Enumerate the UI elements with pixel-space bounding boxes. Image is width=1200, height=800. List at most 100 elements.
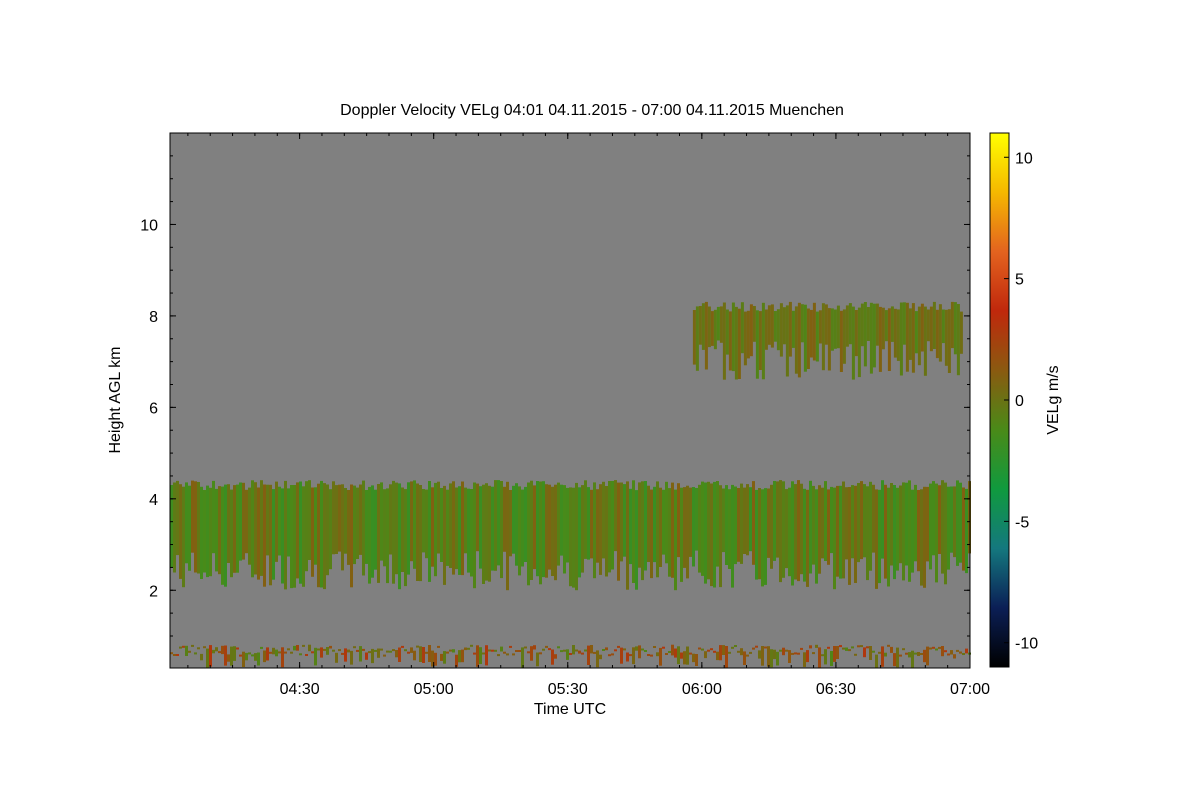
echo-column-1 bbox=[761, 302, 765, 380]
echo-column-1 bbox=[746, 310, 750, 359]
echo-column-2 bbox=[914, 652, 917, 655]
echo-column-2 bbox=[569, 653, 572, 655]
echo-column-1 bbox=[791, 310, 795, 348]
echo-column-0 bbox=[452, 481, 455, 575]
echo-column-1 bbox=[938, 304, 942, 362]
echo-column-0 bbox=[524, 486, 527, 562]
echo-column-0 bbox=[866, 486, 869, 581]
echo-column-2 bbox=[941, 646, 944, 657]
echo-column-1 bbox=[944, 309, 948, 366]
echo-column-2 bbox=[515, 650, 518, 652]
echo-column-0 bbox=[914, 484, 917, 562]
echo-column-2 bbox=[326, 647, 329, 655]
echo-column-2 bbox=[809, 645, 812, 649]
echo-column-2 bbox=[536, 652, 539, 667]
echo-column-2 bbox=[347, 649, 350, 653]
echo-column-0 bbox=[839, 485, 842, 579]
echo-column-2 bbox=[371, 648, 374, 664]
echo-column-2 bbox=[518, 650, 521, 652]
echo-column-2 bbox=[401, 645, 404, 648]
echo-column-0 bbox=[296, 482, 299, 579]
echo-column-1 bbox=[725, 309, 729, 355]
echo-column-2 bbox=[314, 647, 317, 666]
echo-column-2 bbox=[752, 647, 755, 650]
echo-column-1 bbox=[827, 308, 831, 371]
echo-column-0 bbox=[854, 485, 857, 583]
echo-column-0 bbox=[704, 482, 707, 584]
echo-column-0 bbox=[518, 486, 521, 576]
echo-column-0 bbox=[488, 485, 491, 582]
echo-column-1 bbox=[743, 311, 747, 366]
echo-column-0 bbox=[650, 489, 653, 579]
echo-column-0 bbox=[863, 484, 866, 558]
echo-column-0 bbox=[263, 484, 266, 587]
echo-column-2 bbox=[830, 651, 833, 666]
echo-column-2 bbox=[824, 649, 827, 665]
echo-column-1 bbox=[848, 303, 852, 345]
echo-column-0 bbox=[464, 487, 467, 554]
echo-column-0 bbox=[542, 481, 545, 578]
echo-column-1 bbox=[764, 309, 768, 350]
echo-column-2 bbox=[305, 654, 308, 656]
echo-column-2 bbox=[932, 646, 935, 649]
echo-column-2 bbox=[281, 647, 284, 668]
echo-column-1 bbox=[704, 301, 708, 370]
echo-column-0 bbox=[599, 484, 602, 575]
echo-column-1 bbox=[941, 309, 945, 344]
colorbar-tick-label-3: 5 bbox=[1015, 272, 1024, 289]
echo-column-1 bbox=[740, 302, 744, 354]
echo-column-0 bbox=[620, 482, 623, 562]
x-tick-label-1: 05:00 bbox=[414, 681, 454, 698]
echo-column-2 bbox=[494, 649, 497, 652]
echo-column-2 bbox=[644, 650, 647, 652]
echo-column-0 bbox=[623, 484, 626, 557]
echo-column-2 bbox=[722, 645, 725, 655]
echo-column-0 bbox=[299, 481, 302, 584]
echo-column-0 bbox=[737, 488, 740, 562]
echo-column-2 bbox=[233, 646, 236, 661]
echo-column-2 bbox=[818, 647, 821, 668]
echo-column-0 bbox=[809, 480, 812, 574]
echo-column-2 bbox=[812, 652, 815, 655]
echo-column-2 bbox=[317, 648, 320, 651]
echo-column-0 bbox=[446, 489, 449, 566]
echo-column-2 bbox=[866, 646, 869, 649]
echo-column-0 bbox=[932, 481, 935, 556]
echo-column-0 bbox=[293, 485, 296, 588]
echo-column-0 bbox=[179, 484, 182, 579]
echo-column-0 bbox=[398, 483, 401, 590]
echo-column-2 bbox=[584, 649, 587, 652]
echo-column-2 bbox=[641, 648, 644, 651]
echo-column-2 bbox=[788, 650, 791, 663]
echo-column-1 bbox=[878, 306, 882, 372]
echo-column-2 bbox=[716, 651, 719, 661]
echo-column-0 bbox=[527, 482, 530, 586]
echo-column-0 bbox=[635, 490, 638, 590]
echo-column-0 bbox=[545, 484, 548, 578]
echo-column-2 bbox=[797, 652, 800, 655]
echo-column-2 bbox=[734, 645, 737, 647]
echo-column-2 bbox=[923, 649, 926, 663]
echo-column-0 bbox=[302, 486, 305, 587]
echo-column-0 bbox=[911, 489, 914, 573]
echo-column-0 bbox=[476, 483, 479, 552]
echo-column-2 bbox=[236, 647, 239, 650]
echo-column-0 bbox=[755, 489, 758, 580]
echo-column-2 bbox=[422, 647, 425, 663]
echo-column-2 bbox=[842, 647, 845, 650]
echo-column-1 bbox=[932, 301, 936, 349]
echo-column-2 bbox=[332, 649, 335, 652]
echo-column-2 bbox=[680, 652, 683, 659]
echo-column-0 bbox=[386, 488, 389, 584]
echo-column-0 bbox=[203, 490, 206, 573]
echo-column-0 bbox=[434, 482, 437, 577]
echo-column-0 bbox=[806, 489, 809, 587]
echo-column-2 bbox=[878, 651, 881, 654]
echo-column-2 bbox=[272, 647, 275, 655]
echo-column-0 bbox=[260, 480, 263, 576]
echo-column-2 bbox=[701, 648, 704, 651]
echo-column-2 bbox=[854, 653, 857, 656]
echo-column-2 bbox=[473, 652, 476, 655]
echo-column-2 bbox=[554, 654, 557, 659]
echo-column-2 bbox=[929, 647, 932, 650]
